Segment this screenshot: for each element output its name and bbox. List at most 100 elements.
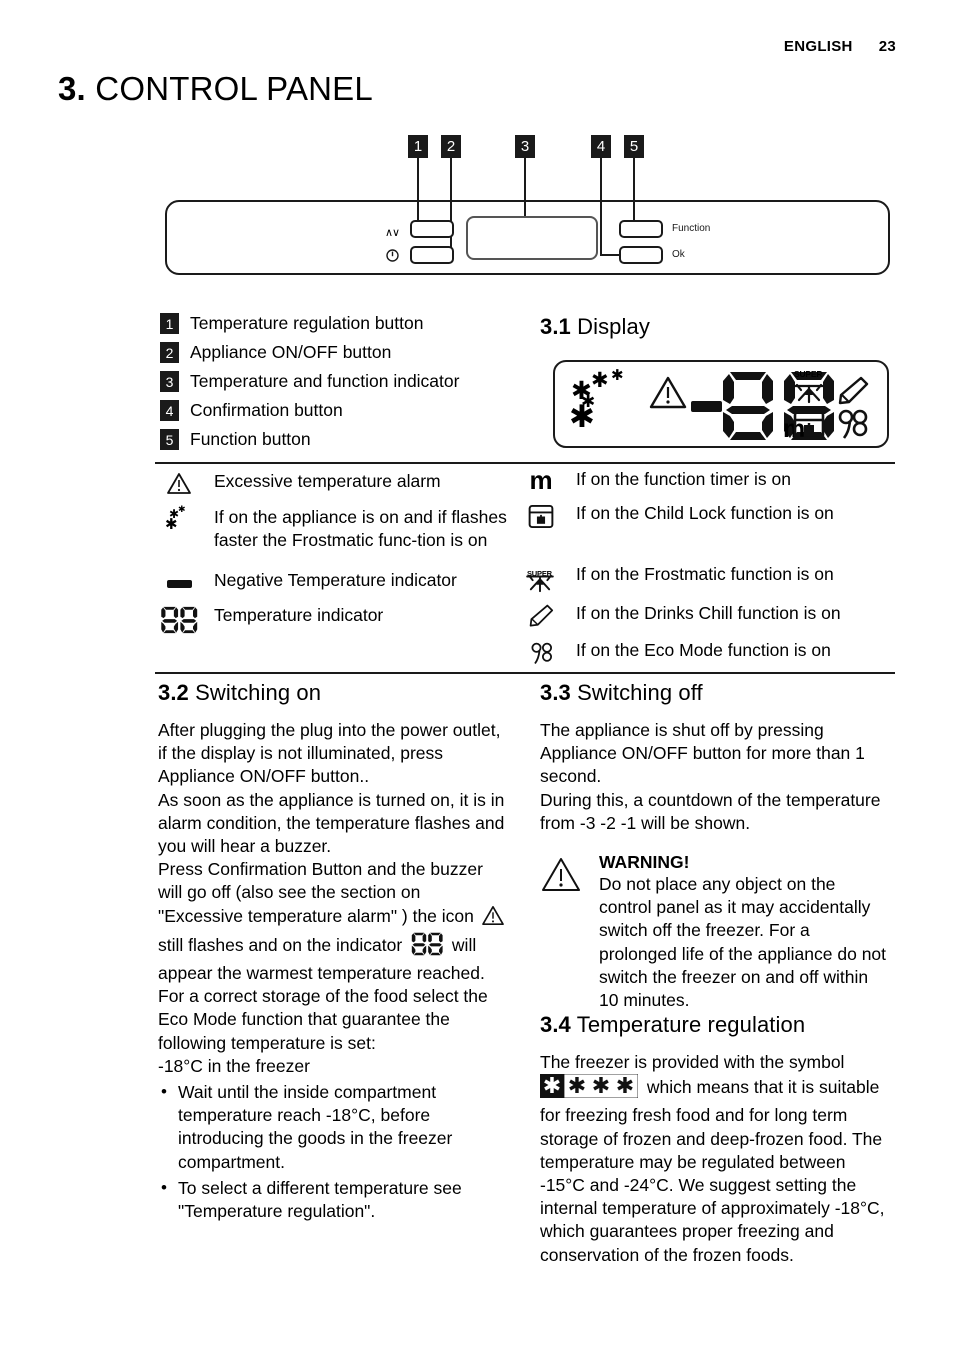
super-label: SUPER xyxy=(794,369,823,379)
eco-mode-fan-icon xyxy=(520,639,562,665)
manual-page: ENGLISH 23 3. CONTROL PANEL 1 2 3 4 5 ∧∨ xyxy=(0,0,954,1352)
warning-block: WARNING! Do not place any object on the … xyxy=(540,851,892,1012)
section-temperature-regulation: 3.4 Temperature regulation The freezer i… xyxy=(540,1012,892,1267)
warning-content: WARNING! Do not place any object on the … xyxy=(599,851,892,1012)
legend-badge-5: 5 xyxy=(160,429,179,450)
section-switching-on: 3.2 Switching on After plugging the plug… xyxy=(158,680,508,1223)
divider-rule-top xyxy=(155,462,895,464)
svg-text:✱: ✱ xyxy=(592,1074,610,1098)
function-button[interactable] xyxy=(619,220,663,238)
legend-item: 1 Temperature regulation button xyxy=(160,312,520,337)
confirmation-button[interactable] xyxy=(619,246,663,264)
header-page-number: 23 xyxy=(878,38,896,55)
switching-on-paragraph-3: Press Confirmation Button and the buzzer… xyxy=(158,858,508,985)
icon-legend-text: Negative Temperature indicator xyxy=(214,570,457,590)
switching-on-paragraph-4: For a correct storage of the food select… xyxy=(158,986,488,1053)
snowflakes-icon: ✱ ✱ ✱ xyxy=(165,505,186,533)
legend-label-1: Temperature regulation button xyxy=(190,313,424,333)
switching-on-p3-part-b: still flashes and on the indicator xyxy=(158,934,403,955)
legend-item: 2 Appliance ON/OFF button xyxy=(160,341,520,366)
icon-legend-text: If on the function timer is on xyxy=(576,469,791,489)
four-star-freezer-icon: ✱ ✱ ✱ ✱ xyxy=(540,1073,639,1104)
switching-on-paragraph-2: As soon as the appliance is turned on, i… xyxy=(158,789,505,857)
switching-off-paragraph-2: During this, a countdown of the temperat… xyxy=(540,789,881,833)
section-number-3-3: 3.3 xyxy=(540,680,571,705)
legend-label-2: Appliance ON/OFF button xyxy=(190,342,392,362)
ok-button-label: Ok xyxy=(672,249,685,260)
callout-4: 4 xyxy=(591,135,611,158)
legend-item: 3 Temperature and function indicator xyxy=(160,370,520,395)
warning-triangle-icon xyxy=(649,376,687,414)
switching-on-bullet-list: Wait until the inside compartment temper… xyxy=(158,1080,508,1223)
snowflakes-icon: ✱ ✱ ✱ ✱ ✱ xyxy=(569,366,624,435)
page-header: ENGLISH 23 xyxy=(784,38,896,55)
seven-segment-88 xyxy=(158,604,200,634)
callout-2: 2 xyxy=(441,135,461,158)
legend-badge-4: 4 xyxy=(160,400,179,421)
callout-5: 5 xyxy=(624,135,644,158)
switching-on-paragraph-1: After plugging the plug into the power o… xyxy=(158,720,501,787)
section-number-3-1: 3.1 xyxy=(540,314,571,339)
function-button-label: Function xyxy=(672,223,711,234)
display-function-icons: SUPER xyxy=(791,370,877,442)
legend-badge-3: 3 xyxy=(160,371,179,392)
section-name-temperature-regulation: Temperature regulation xyxy=(576,1012,806,1037)
legend-item: 4 Confirmation button xyxy=(160,399,520,424)
icon-legend-text: If on the Drinks Chill function is on xyxy=(576,602,841,623)
section-heading-switching-on: 3.2 Switching on xyxy=(158,680,508,706)
seven-segment-88 xyxy=(410,932,444,962)
divider-rule-bottom xyxy=(155,672,895,674)
icon-legend-text: If on the Eco Mode function is on xyxy=(576,639,831,660)
icon-legend-row: If on the Drinks Chill function is on xyxy=(520,602,895,628)
switching-on-p3-part-a: Press Confirmation Button and the buzzer… xyxy=(158,859,483,926)
legend-label-4: Confirmation button xyxy=(190,400,343,420)
minus-icon xyxy=(691,401,722,412)
m-icon: m xyxy=(529,465,553,495)
icon-legend-text: If on the appliance is on and if flashes… xyxy=(214,507,507,550)
warning-title: WARNING! xyxy=(599,852,690,873)
temperature-regulation-button[interactable] xyxy=(410,220,454,238)
section-number-3-4: 3.4 xyxy=(540,1012,571,1037)
icon-legend-row: Negative Temperature indicator xyxy=(158,569,518,592)
icon-legend-row: SUPER If on the Frostmatic function is o… xyxy=(520,563,895,592)
chapter-number: 3. xyxy=(58,70,86,107)
icon-legend-right: m If on the function timer is on If on t… xyxy=(520,465,895,676)
power-icon xyxy=(386,249,399,262)
appliance-onoff-button[interactable] xyxy=(410,246,454,264)
icon-legend-text: Temperature indicator xyxy=(214,604,384,625)
legend-badge-1: 1 xyxy=(160,313,179,334)
legend-item: 5 Function button xyxy=(160,428,520,453)
legend-label-3: Temperature and function indicator xyxy=(190,371,460,391)
chapter-name: CONTROL PANEL xyxy=(95,70,373,107)
control-panel-figure: 1 2 3 4 5 ∧∨ Function Ok xyxy=(160,130,900,290)
svg-text:✱: ✱ xyxy=(543,1074,561,1098)
callout-3: 3 xyxy=(515,135,535,158)
super-frostmatic-icon: SUPER xyxy=(520,563,562,592)
legend-label-5: Function button xyxy=(190,429,311,449)
list-item: Wait until the inside compartment temper… xyxy=(158,1080,508,1174)
minus-icon xyxy=(158,569,200,588)
temperature-function-indicator xyxy=(466,216,598,260)
icon-legend-text: Excessive temperature alarm xyxy=(214,471,441,491)
bottle-drinks-chill-icon xyxy=(837,376,869,411)
icon-legend-row: If on the Child Lock function is on xyxy=(520,502,895,529)
section-name-display: Display xyxy=(577,314,650,339)
section-heading-display: 3.1 Display xyxy=(540,314,650,340)
control-panel-legend: 1 Temperature regulation button 2 Applia… xyxy=(160,312,520,457)
header-language: ENGLISH xyxy=(783,38,853,55)
switching-on-paragraph-5: -18°C in the freezer xyxy=(158,1055,310,1076)
legend-badge-2: 2 xyxy=(160,342,179,363)
svg-text:✱: ✱ xyxy=(616,1074,634,1098)
warning-triangle-icon xyxy=(158,470,200,495)
icon-legend-row: Temperature indicator xyxy=(158,604,518,634)
warning-body: Do not place any object on the control p… xyxy=(599,874,887,1011)
page-title: 3. CONTROL PANEL xyxy=(58,70,373,108)
section-name-switching-on: Switching on xyxy=(195,680,322,705)
warning-triangle-icon xyxy=(540,851,586,898)
svg-text:✱: ✱ xyxy=(568,1074,586,1098)
warning-triangle-icon xyxy=(481,905,505,932)
temperature-regulation-paragraph: The freezer is provided with the symbol … xyxy=(540,1051,892,1267)
icon-legend-text: If on the Frostmatic function is on xyxy=(576,563,834,584)
temp-reg-part-b: which means that it is suitable for free… xyxy=(540,1077,885,1265)
bottle-drinks-chill-icon xyxy=(520,602,562,628)
